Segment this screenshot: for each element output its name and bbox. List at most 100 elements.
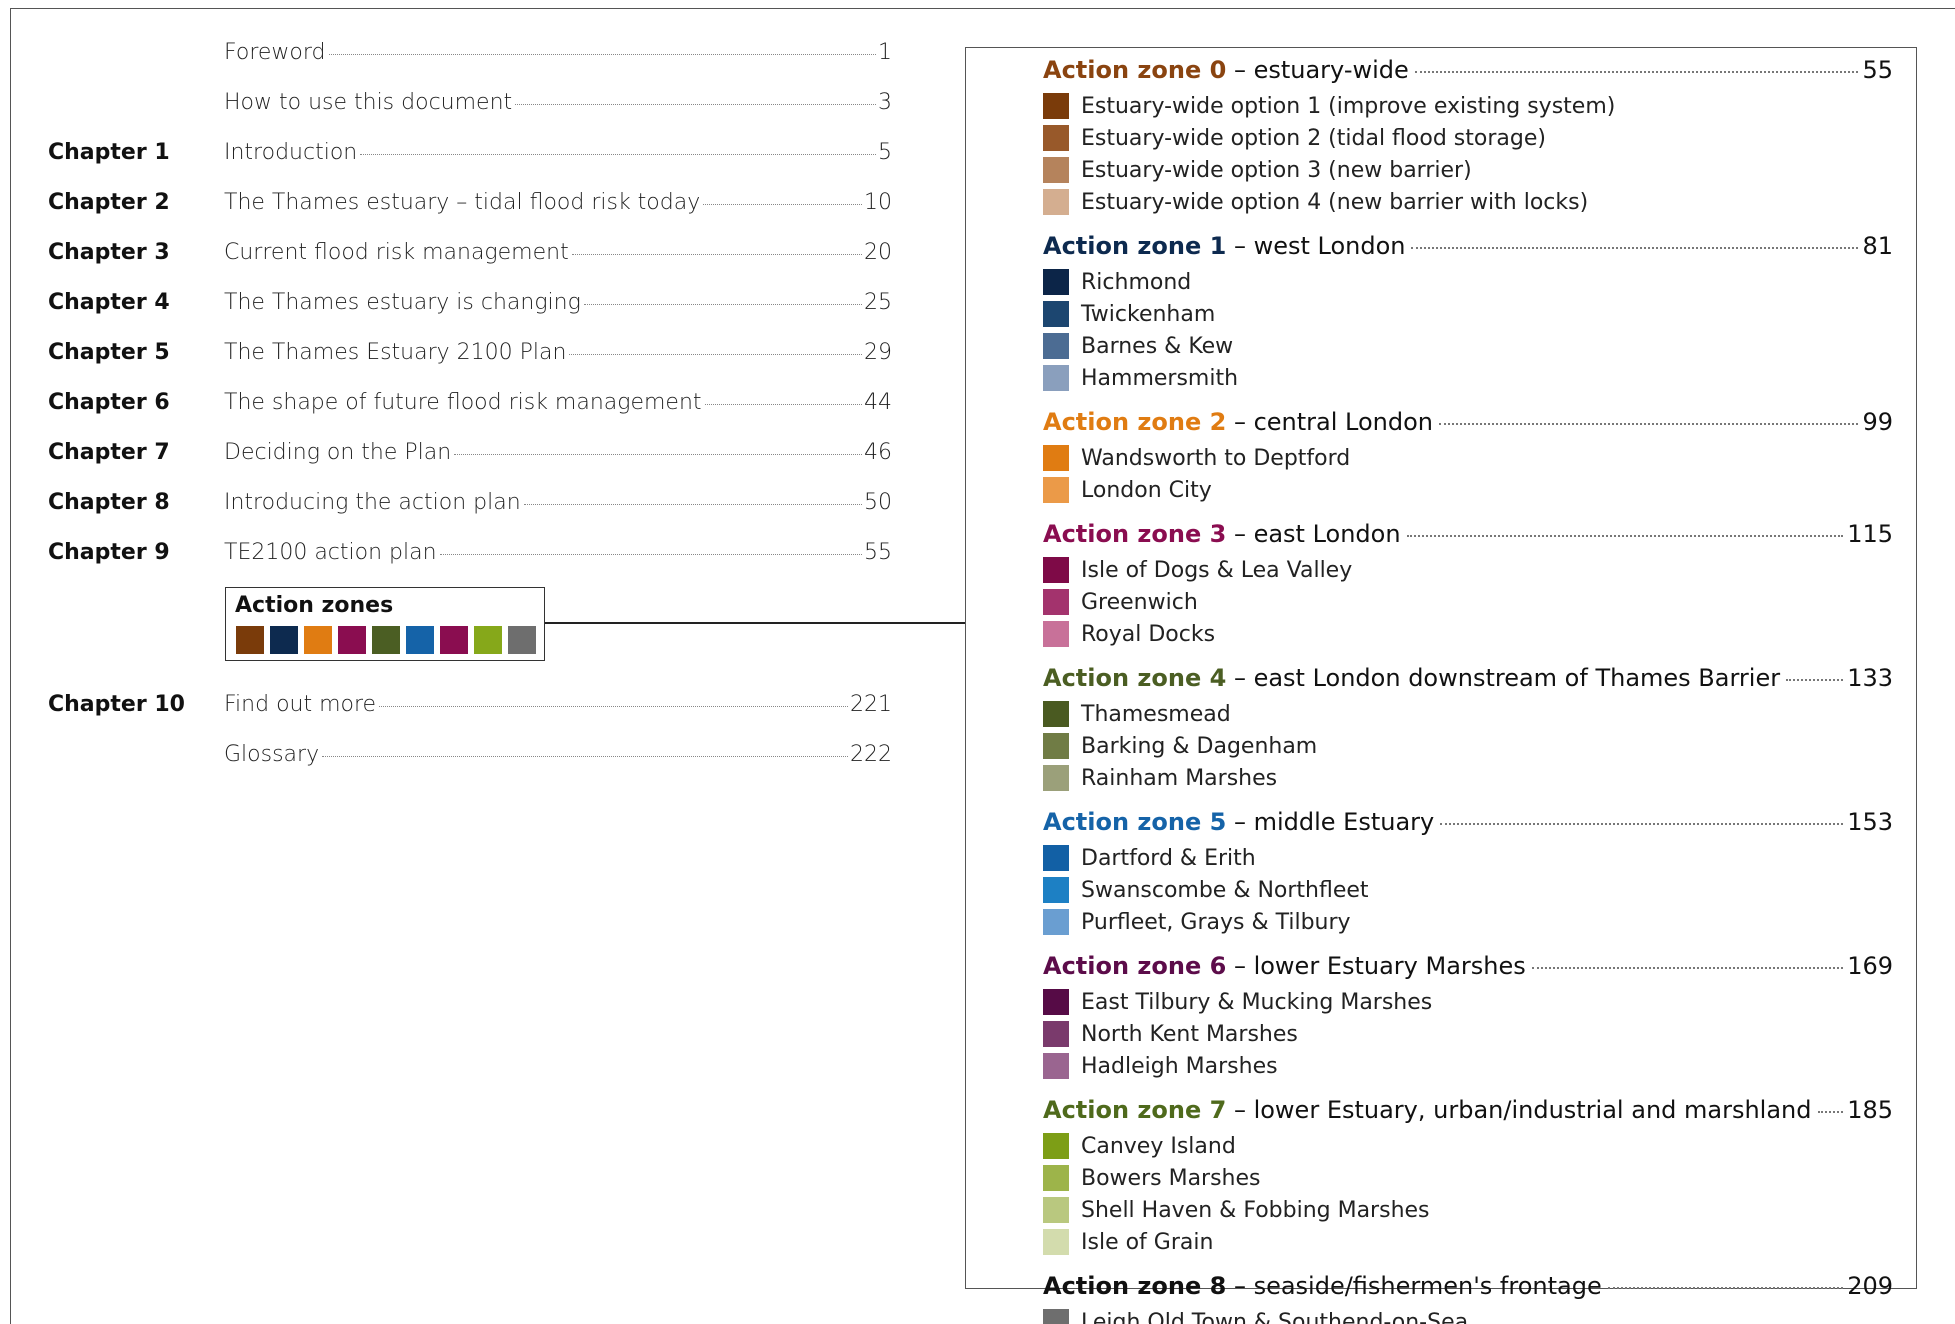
toc-entry-page: 50	[864, 490, 892, 515]
toc-entry[interactable]: Foreword 1	[224, 40, 892, 65]
dot-leader	[704, 404, 862, 405]
toc-entry-page: 3	[878, 90, 892, 115]
policy-unit-swatch	[1043, 845, 1069, 871]
policy-unit-name: Shell Haven & Fobbing Marshes	[1081, 1197, 1430, 1223]
action-zone-heading[interactable]: Action zone 2 – central London 99	[1043, 408, 1893, 436]
toc-entry-title: Glossary	[224, 742, 320, 767]
toc-entry-page: 222	[850, 742, 892, 767]
policy-unit-swatch	[1043, 765, 1069, 791]
action-zone-item: Estuary-wide option 4 (new barrier with …	[1043, 188, 1588, 216]
policy-unit-name: North Kent Marshes	[1081, 1021, 1298, 1047]
action-zones-legend-title: Action zones	[235, 593, 394, 618]
action-zone-label: Action zone 0	[1043, 56, 1227, 84]
toc-entry[interactable]: Current flood risk management 20	[224, 240, 892, 265]
action-zone-heading[interactable]: Action zone 7 – lower Estuary, urban/ind…	[1043, 1096, 1893, 1124]
toc-entry[interactable]: The Thames estuary – tidal flood risk to…	[224, 190, 892, 215]
policy-unit-name: Estuary-wide option 2 (tidal flood stora…	[1081, 125, 1546, 151]
action-zone-item: Greenwich	[1043, 588, 1198, 616]
action-zone-page: 185	[1847, 1096, 1893, 1124]
action-zone-item: Shell Haven & Fobbing Marshes	[1043, 1196, 1430, 1224]
policy-unit-name: Wandsworth to Deptford	[1081, 445, 1351, 471]
action-zone-label: Action zone 7	[1043, 1096, 1227, 1124]
action-zone-description: – lower Estuary Marshes	[1226, 952, 1526, 980]
policy-unit-swatch	[1043, 557, 1069, 583]
policy-unit-swatch	[1043, 733, 1069, 759]
chapter-label: Chapter 8	[48, 490, 170, 515]
action-zone-description: – east London	[1226, 520, 1401, 548]
toc-entry[interactable]: Deciding on the Plan 46	[224, 440, 892, 465]
toc-entry[interactable]: The Thames Estuary 2100 Plan 29	[224, 340, 892, 365]
policy-unit-swatch	[1043, 93, 1069, 119]
legend-connector-line	[545, 622, 965, 624]
action-zone-description: – west London	[1226, 232, 1406, 260]
policy-unit-name: Hadleigh Marshes	[1081, 1053, 1278, 1079]
dot-leader	[571, 254, 862, 255]
action-zone-label: Action zone 4	[1043, 664, 1227, 692]
zone-swatch-7	[474, 626, 502, 654]
action-zone-heading[interactable]: Action zone 1 – west London 81	[1043, 232, 1893, 260]
chapter-label: Chapter 1	[48, 140, 170, 165]
zone-swatch-2	[304, 626, 332, 654]
toc-entry[interactable]: TE2100 action plan 55	[224, 540, 892, 565]
action-zone-item: Thamesmead	[1043, 700, 1231, 728]
policy-unit-name: Estuary-wide option 4 (new barrier with …	[1081, 189, 1589, 215]
action-zone-item: Estuary-wide option 1 (improve existing …	[1043, 92, 1615, 120]
toc-entry-title: The shape of future flood risk managemen…	[224, 390, 702, 415]
policy-unit-name: Canvey Island	[1081, 1133, 1236, 1159]
action-zone-item: Swanscombe & Northfleet	[1043, 876, 1369, 904]
action-zone-item: Dartford & Erith	[1043, 844, 1256, 872]
action-zone-item: Isle of Grain	[1043, 1228, 1213, 1256]
toc-entry[interactable]: Glossary 222	[224, 742, 892, 767]
action-zone-heading[interactable]: Action zone 6 – lower Estuary Marshes 169	[1043, 952, 1893, 980]
toc-entry[interactable]: The shape of future flood risk managemen…	[224, 390, 892, 415]
toc-entry[interactable]: Find out more 221	[224, 692, 892, 717]
policy-unit-swatch	[1043, 589, 1069, 615]
policy-unit-name: Greenwich	[1081, 589, 1198, 615]
action-zone-item: Estuary-wide option 2 (tidal flood stora…	[1043, 124, 1546, 152]
action-zone-description: – middle Estuary	[1226, 808, 1435, 836]
chapter-label: Chapter 2	[48, 190, 170, 215]
zone-swatch-5	[406, 626, 434, 654]
policy-unit-name: Rainham Marshes	[1081, 765, 1278, 791]
toc-entry-page: 46	[864, 440, 892, 465]
action-zone-item: Hadleigh Marshes	[1043, 1052, 1278, 1080]
dot-leader	[1786, 679, 1844, 681]
toc-entry[interactable]: How to use this document 3	[224, 90, 892, 115]
toc-entry-title: Current flood risk management	[224, 240, 569, 265]
action-zone-item: Royal Docks	[1043, 620, 1215, 648]
toc-entry[interactable]: Introducing the action plan 50	[224, 490, 892, 515]
toc-entry[interactable]: Introduction 5	[224, 140, 892, 165]
toc-entry[interactable]: The Thames estuary is changing 25	[224, 290, 892, 315]
action-zone-page: 115	[1847, 520, 1893, 548]
policy-unit-name: Leigh Old Town & Southend-on-Sea	[1081, 1309, 1469, 1324]
policy-unit-swatch	[1043, 125, 1069, 151]
policy-unit-name: Purfleet, Grays & Tilbury	[1081, 909, 1351, 935]
policy-unit-name: Isle of Dogs & Lea Valley	[1081, 557, 1353, 583]
action-zone-item: Canvey Island	[1043, 1132, 1236, 1160]
action-zone-label: Action zone 1	[1043, 232, 1227, 260]
policy-unit-swatch	[1043, 365, 1069, 391]
policy-unit-swatch	[1043, 477, 1069, 503]
action-zones-legend: Action zones	[225, 587, 545, 661]
action-zone-description: – lower Estuary, urban/industrial and ma…	[1226, 1096, 1812, 1124]
action-zone-description: – estuary-wide	[1226, 56, 1409, 84]
action-zone-heading[interactable]: Action zone 3 – east London 115	[1043, 520, 1893, 548]
policy-unit-swatch	[1043, 701, 1069, 727]
policy-unit-swatch	[1043, 1197, 1069, 1223]
action-zone-item: Barking & Dagenham	[1043, 732, 1317, 760]
action-zone-page: 153	[1847, 808, 1893, 836]
policy-unit-name: Hammersmith	[1081, 365, 1239, 391]
policy-unit-name: East Tilbury & Mucking Marshes	[1081, 989, 1433, 1015]
toc-entry-title: The Thames estuary – tidal flood risk to…	[224, 190, 701, 215]
action-zone-heading[interactable]: Action zone 4 – east London downstream o…	[1043, 664, 1893, 692]
action-zone-page: 133	[1847, 664, 1893, 692]
policy-unit-swatch	[1043, 1165, 1069, 1191]
dot-leader	[454, 454, 862, 455]
action-zone-heading[interactable]: Action zone 5 – middle Estuary 153	[1043, 808, 1893, 836]
policy-unit-swatch	[1043, 1309, 1069, 1324]
action-zone-heading[interactable]: Action zone 8 – seaside/fishermen's fron…	[1043, 1272, 1893, 1300]
action-zone-heading[interactable]: Action zone 0 – estuary-wide 55	[1043, 56, 1893, 84]
zone-swatch-1	[270, 626, 298, 654]
policy-unit-swatch	[1043, 621, 1069, 647]
action-zone-description: – east London downstream of Thames Barri…	[1226, 664, 1781, 692]
